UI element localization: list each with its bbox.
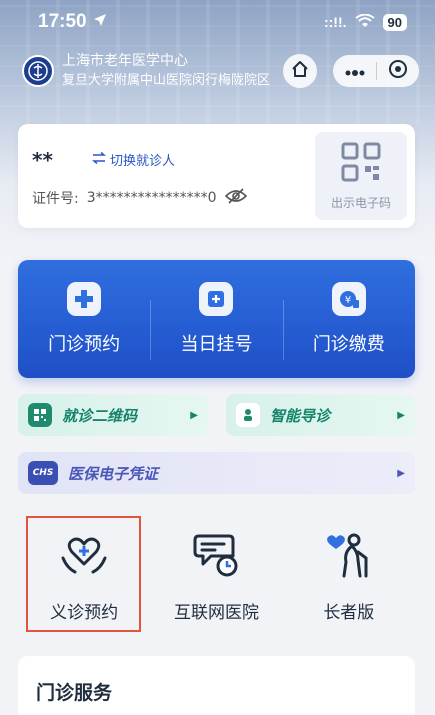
location-arrow-icon: [93, 11, 107, 33]
qr-label: 出示电子码: [330, 195, 391, 210]
triangle-right-icon: ▶: [397, 467, 405, 479]
qr-code-icon: [341, 142, 381, 186]
hospital-logo: [22, 55, 54, 87]
status-left: 17:50: [38, 11, 107, 33]
outpatient-services-section: 门诊服务: [18, 656, 415, 715]
signal-icon: ::!!.: [323, 14, 347, 30]
guide-icon: [236, 403, 260, 427]
quick-action-label: 门诊预约: [48, 334, 121, 355]
quick-action-label: 当日挂号: [180, 334, 253, 355]
quick-action-outpatient-appointment[interactable]: 门诊预约: [18, 282, 150, 356]
service-label: 互联网医院: [173, 603, 259, 623]
quick-action-outpatient-payment[interactable]: ¥ 门诊缴费: [282, 282, 415, 360]
pill-medical-insurance[interactable]: CHS 医保电子凭证 ▶: [18, 452, 415, 494]
id-value: 3****************0: [86, 190, 217, 206]
hospital-name-primary: 上海市老年医学中心: [62, 53, 188, 69]
more-icon[interactable]: [344, 62, 366, 81]
patient-card: ** 切换就诊人 证件号: 3****************0 出示电子码: [18, 124, 415, 228]
home-button[interactable]: [283, 54, 317, 88]
quick-actions-panel: 门诊预约 当日挂号 ¥ 门诊缴费: [18, 260, 415, 378]
quick-action-same-day-registration[interactable]: 当日挂号: [150, 282, 282, 360]
chat-clock-icon: [191, 530, 241, 584]
pill-smart-guide[interactable]: 智能导诊 ▶: [226, 394, 415, 436]
switch-patient-button[interactable]: 切换就诊人: [91, 150, 176, 169]
section-title: 门诊服务: [36, 682, 113, 704]
status-time: 17:50: [38, 11, 87, 32]
svg-text:¥: ¥: [345, 295, 351, 306]
pill-label: 医保电子凭证: [68, 464, 159, 483]
mini-program-capsule: [333, 55, 419, 87]
triangle-right-icon: ▶: [397, 409, 405, 421]
cross-icon: [67, 282, 102, 316]
pill-label: 就诊二维码: [62, 406, 138, 425]
patient-name: **: [32, 148, 53, 172]
status-bar: 17:50 ::!!. 90: [0, 0, 435, 44]
service-label: 长者版: [323, 603, 375, 623]
triangle-right-icon: ▶: [190, 409, 198, 421]
hospital-name-secondary: 复旦大学附属中山医院闵行梅陇院区: [62, 73, 271, 88]
capsule-divider: [376, 62, 378, 80]
battery-indicator: 90: [382, 13, 407, 31]
wifi-icon: [354, 13, 375, 31]
service-internet-hospital[interactable]: 互联网医院: [150, 516, 282, 632]
elder-icon: [324, 530, 374, 584]
quick-action-label: 门诊缴费: [312, 334, 385, 355]
services-row: 义诊预约 互联网医院 长者版: [18, 516, 415, 632]
swap-icon: [91, 151, 107, 168]
mini-program-header: 上海市老年医学中心 复旦大学附属中山医院闵行梅陇院区: [0, 44, 435, 98]
close-miniprogram-icon[interactable]: [388, 59, 408, 83]
switch-patient-label: 切换就诊人: [110, 154, 176, 169]
status-right: ::!!. 90: [323, 13, 407, 31]
show-qr-button[interactable]: 出示电子码: [315, 132, 407, 220]
pill-visit-qrcode[interactable]: 就诊二维码 ▶: [18, 394, 208, 436]
chs-icon: CHS: [28, 461, 58, 485]
payment-icon: ¥: [331, 282, 366, 316]
highlight-box: [26, 516, 141, 632]
qrcode-icon: [28, 403, 52, 427]
id-label: 证件号:: [32, 191, 79, 207]
pill-label: 智能导诊: [270, 406, 331, 425]
id-row: 证件号: 3****************0: [32, 188, 247, 208]
eye-hidden-icon[interactable]: [224, 188, 247, 208]
home-icon: [291, 60, 309, 82]
chs-icon-text: CHS: [32, 468, 54, 478]
hospital-names: 上海市老年医学中心 复旦大学附属中山医院闵行梅陇院区: [62, 52, 283, 90]
register-icon: [199, 282, 234, 316]
service-elder-mode[interactable]: 长者版: [283, 516, 415, 632]
